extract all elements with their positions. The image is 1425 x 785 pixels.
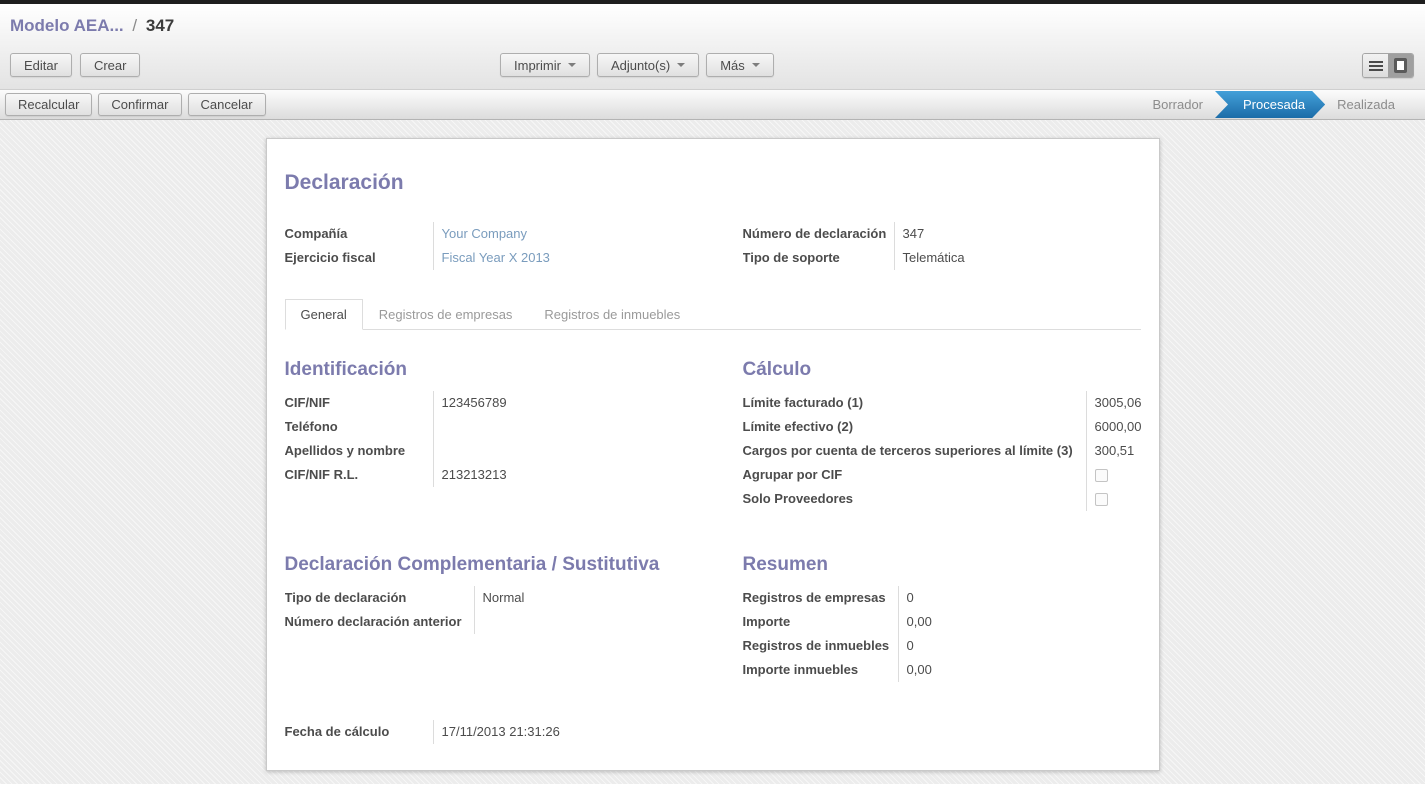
field-value-importe-inmuebles: 0,00 [898,658,1141,682]
status-borrador: Borrador [1134,97,1221,112]
field-label-tipo-soporte: Tipo de soporte [743,246,894,270]
field-label-importe: Importe [743,610,898,634]
breadcrumb-separator: / [128,16,141,35]
field-value-limite-efectivo: 6000,00 [1086,415,1142,439]
section-title-resumen: Resumen [743,554,1141,576]
field-label-compania: Compañía [285,222,433,246]
agrupar-por-cif-checkbox[interactable] [1095,469,1108,482]
status-procesada-active: Procesada [1215,91,1325,118]
field-label-ejercicio-fiscal: Ejercicio fiscal [285,246,433,270]
field-label-limite-efectivo: Límite efectivo (2) [743,415,1086,439]
status-realizada: Realizada [1319,97,1413,112]
page-background: Declaración Compañía Your Company Ejerci… [0,120,1425,784]
edit-button[interactable]: Editar [10,53,72,77]
field-value-cif-nif-rl: 213213213 [433,463,717,487]
field-label-telefono: Teléfono [285,415,433,439]
section-resumen: Resumen Registros de empresas 0 Importe … [743,554,1141,682]
field-label-apellidos-nombre: Apellidos y nombre [285,439,433,463]
field-label-fecha-calculo: Fecha de cálculo [285,720,433,744]
field-label-registros-empresas: Registros de empresas [743,586,898,610]
recalculate-button[interactable]: Recalcular [5,93,92,116]
field-value-registros-empresas: 0 [898,586,1141,610]
form-toolbar: Recalcular Confirmar Cancelar Borrador P… [0,89,1425,120]
field-value-agrupar-por-cif [1086,463,1142,487]
list-icon [1369,61,1383,71]
print-button[interactable]: Imprimir [500,53,590,77]
field-label-limite-facturado: Límite facturado (1) [743,391,1086,415]
field-value-compania[interactable]: Your Company [433,222,717,246]
field-label-cif-nif-rl: CIF/NIF R.L. [285,463,433,487]
field-label-agrupar-por-cif: Agrupar por CIF [743,463,1086,487]
cancel-button[interactable]: Cancelar [188,93,266,116]
field-value-cargos-terceros: 300,51 [1086,439,1142,463]
breadcrumb: Modelo AEA... / 347 [0,4,1425,45]
form-view-button[interactable] [1388,54,1413,77]
form-sheet: Declaración Compañía Your Company Ejerci… [266,138,1160,771]
field-value-solo-proveedores [1086,487,1142,511]
field-value-tipo-soporte: Telemática [894,246,1141,270]
field-label-numero-declaracion-anterior: Número declaración anterior [285,610,474,634]
field-label-registros-inmuebles: Registros de inmuebles [743,634,898,658]
more-button[interactable]: Más [706,53,774,77]
field-value-importe: 0,00 [898,610,1141,634]
field-value-apellidos-nombre [433,439,717,463]
create-button[interactable]: Crear [80,53,141,77]
field-value-ejercicio-fiscal[interactable]: Fiscal Year X 2013 [433,246,717,270]
statusbar: Borrador Procesada Realizada [1134,90,1425,119]
view-manager-header: Modelo AEA... / 347 Editar Crear Imprimi… [0,4,1425,89]
section-identificacion: Identificación CIF/NIF 123456789 Teléfon… [285,359,717,511]
section-title-identificacion: Identificación [285,359,717,381]
section-title-complementaria: Declaración Complementaria / Sustitutiva [285,554,717,576]
solo-proveedores-checkbox[interactable] [1095,493,1108,506]
field-value-limite-facturado: 3005,06 [1086,391,1142,415]
tab-general[interactable]: General [285,299,363,330]
print-button-label: Imprimir [514,58,561,73]
attachments-button-label: Adjunto(s) [611,58,670,73]
field-label-importe-inmuebles: Importe inmuebles [743,658,898,682]
attachments-button[interactable]: Adjunto(s) [597,53,699,77]
field-label-cargos-terceros: Cargos por cuenta de terceros superiores… [743,439,1086,463]
field-value-numero-declaracion-anterior [474,610,717,634]
section-calculo: Cálculo Límite facturado (1) 3005,06 Lím… [743,359,1142,511]
confirm-button[interactable]: Confirmar [98,93,181,116]
more-button-label: Más [720,58,745,73]
field-label-numero-declaracion: Número de declaración [743,222,894,246]
list-view-button[interactable] [1363,54,1388,77]
caret-down-icon [568,63,576,67]
header-field-group: Compañía Your Company Ejercicio fiscal F… [285,222,1141,270]
field-value-numero-declaracion: 347 [894,222,1141,246]
tab-registros-inmuebles[interactable]: Registros de inmuebles [528,299,696,330]
notebook-tabs: General Registros de empresas Registros … [285,299,1141,330]
tab-registros-empresas[interactable]: Registros de empresas [363,299,529,330]
breadcrumb-current: 347 [146,16,174,35]
field-value-fecha-calculo: 17/11/2013 21:31:26 [433,720,717,744]
field-value-telefono [433,415,717,439]
field-label-tipo-declaracion: Tipo de declaración [285,586,474,610]
sheet-title: Declaración [285,171,1141,195]
caret-down-icon [677,63,685,67]
field-label-cif-nif: CIF/NIF [285,391,433,415]
field-value-tipo-declaracion: Normal [474,586,717,610]
form-icon [1394,58,1407,73]
field-value-cif-nif: 123456789 [433,391,717,415]
section-complementaria: Declaración Complementaria / Sustitutiva… [285,554,717,682]
caret-down-icon [752,63,760,67]
section-title-calculo: Cálculo [743,359,1142,381]
calc-date-row: Fecha de cálculo 17/11/2013 21:31:26 [285,720,717,744]
field-value-registros-inmuebles: 0 [898,634,1141,658]
field-label-solo-proveedores: Solo Proveedores [743,487,1086,511]
breadcrumb-parent-link[interactable]: Modelo AEA... [10,16,124,35]
actions-row: Editar Crear Imprimir Adjunto(s) Más [0,45,1425,89]
view-switcher [1362,53,1414,78]
